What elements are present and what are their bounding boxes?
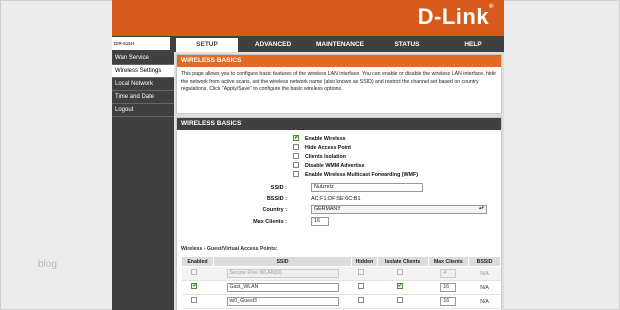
col-enabled: Enabled <box>181 256 214 267</box>
watermark: blog <box>38 259 57 270</box>
col-max-clients: Max Clients <box>427 256 470 267</box>
model-label: DIR-615H <box>112 37 170 50</box>
country-select[interactable]: GERMANY ▴▾ <box>311 205 487 214</box>
max-clients-label: Max Clients : <box>253 219 287 225</box>
enable-wireless-checkbox[interactable] <box>293 134 299 143</box>
router-ui: D-Link® DIR-615H SETUP ADVANCED MAINTENA… <box>112 0 504 310</box>
sidebar-item-wireless-settings[interactable]: Wireless Settings <box>112 65 174 78</box>
table-row: wl0_Guest3 16 N/A <box>181 294 501 309</box>
disable-wmm-checkbox[interactable] <box>293 161 299 168</box>
sidebar-item-wan-service[interactable]: Wan Service <box>112 52 174 65</box>
intro-text: This page allows you to configure basic … <box>181 71 496 92</box>
tab-status[interactable]: STATUS <box>375 38 439 52</box>
guest-ap-table: Enabled SSID Hidden Isolate Clients Max … <box>181 256 501 309</box>
intro-title: WIRELESS BASICS <box>177 55 501 67</box>
guest-bssid: N/A <box>468 294 501 309</box>
guest-ap-title: Wireless - Guest/Virtual Access Points: <box>181 246 278 252</box>
option-clients-isolation: Clients Isolation <box>293 152 346 162</box>
guest-ssid-input[interactable]: Gast_WLAN <box>226 283 339 292</box>
max-clients-input[interactable]: 16 <box>311 217 329 226</box>
ssid-input[interactable]: Nutzretz <box>311 183 423 192</box>
guest-bssid: N/A <box>468 280 501 295</box>
ssid-label: SSID : <box>270 185 287 191</box>
guest-ssid-input[interactable]: Secure Free WLAN(D) <box>226 269 339 278</box>
guest-isolate-checkbox[interactable] <box>396 269 403 276</box>
tab-setup[interactable]: SETUP <box>176 38 238 52</box>
wireless-basics-title: WIRELESS BASICS <box>177 118 501 130</box>
sidebar-item-logout[interactable]: Logout <box>112 104 174 117</box>
option-disable-wmm: Disable WMM Advertise <box>293 161 365 171</box>
tab-advanced[interactable]: ADVANCED <box>241 38 305 52</box>
guest-ssid-input[interactable]: wl0_Guest3 <box>226 297 339 306</box>
wmf-checkbox[interactable] <box>293 170 299 177</box>
table-row: Gast_WLAN 16 N/A <box>181 280 501 295</box>
bssid-value: AC:F1:DF:5E:6C:B1 <box>311 196 361 202</box>
option-hide-ap: Hide Access Point <box>293 143 351 153</box>
bssid-label: BSSID : <box>266 196 287 202</box>
col-isolate: Isolate Clients <box>376 256 429 267</box>
dlink-logo: D-Link® <box>417 4 494 29</box>
col-hidden: Hidden <box>351 256 378 267</box>
top-tabs: DIR-615H SETUP ADVANCED MAINTENANCE STAT… <box>112 36 504 52</box>
country-label: Country : <box>262 207 287 213</box>
guest-enabled-checkbox[interactable] <box>191 297 198 304</box>
guest-enabled-checkbox[interactable] <box>191 269 198 276</box>
sidebar: Wan Service Wireless Settings Local Netw… <box>112 52 174 310</box>
option-enable-wireless: Enable Wireless <box>293 134 346 144</box>
select-arrows-icon: ▴▾ <box>478 205 484 211</box>
tab-maintenance[interactable]: MAINTENANCE <box>308 38 372 52</box>
col-bssid: BSSID <box>468 256 501 267</box>
sidebar-item-local-network[interactable]: Local Network <box>112 78 174 91</box>
sidebar-item-time-date[interactable]: Time and Date <box>112 91 174 104</box>
col-ssid: SSID <box>212 256 353 267</box>
wireless-basics-section: WIRELESS BASICS Enable Wireless Hide Acc… <box>176 117 502 310</box>
guest-max-clients-input[interactable]: 16 <box>440 297 457 306</box>
header-banner: D-Link® <box>112 0 504 36</box>
option-wmf: Enable Wireless Multicast Forwarding (WM… <box>293 170 418 180</box>
hide-ap-checkbox[interactable] <box>293 143 299 150</box>
wireless-basics-body: Enable Wireless Hide Access Point Client… <box>177 130 501 310</box>
guest-isolate-checkbox[interactable] <box>396 282 403 290</box>
guest-hidden-checkbox[interactable] <box>358 269 365 276</box>
clients-isolation-checkbox[interactable] <box>293 152 299 159</box>
tab-help[interactable]: HELP <box>442 38 504 52</box>
guest-isolate-checkbox[interactable] <box>396 297 403 304</box>
guest-max-clients-input[interactable]: 16 <box>440 283 457 292</box>
guest-hidden-checkbox[interactable] <box>358 297 365 304</box>
main-content: WIRELESS BASICS This page allows you to … <box>174 52 504 310</box>
guest-max-clients-input[interactable]: 4 <box>440 269 457 278</box>
guest-hidden-checkbox[interactable] <box>358 283 365 290</box>
intro-section: WIRELESS BASICS This page allows you to … <box>176 54 502 114</box>
guest-bssid: N/A <box>468 266 501 281</box>
guest-enabled-checkbox[interactable] <box>191 282 197 290</box>
table-row: Secure Free WLAN(D) 4 N/A <box>181 266 501 281</box>
